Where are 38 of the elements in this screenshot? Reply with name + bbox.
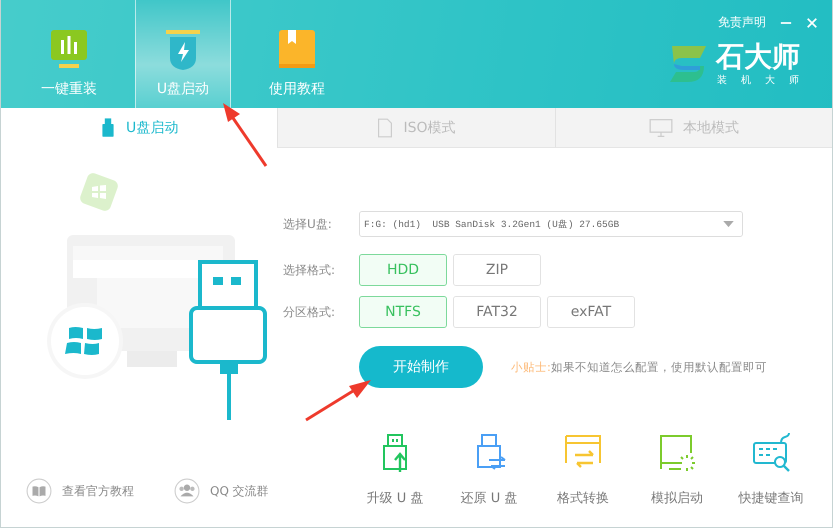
close-icon[interactable]: [806, 16, 818, 28]
logo-name: 石大师: [716, 41, 800, 73]
tip-label: 小贴士:: [511, 360, 551, 374]
chart-icon: [49, 30, 89, 70]
drive-dropdown[interactable]: F:G: (hd1) USB SanDisk 3.2Gen1 (U盘) 27.65GB: [359, 211, 743, 237]
start-button[interactable]: 开始制作: [359, 346, 483, 388]
tool-button[interactable]: 模拟启动: [630, 433, 724, 507]
nav-tab[interactable]: 使用教程: [249, 0, 345, 108]
file-icon: [377, 118, 394, 138]
footer-link[interactable]: 查看官方教程: [26, 478, 134, 504]
footer-link[interactable]: QQ 交流群: [174, 478, 269, 504]
partition-option[interactable]: FAT32: [453, 296, 541, 328]
format-option[interactable]: HDD: [359, 254, 447, 286]
monitor-icon: [648, 118, 673, 138]
format-label: 选择格式:: [283, 262, 336, 278]
partition-label: 分区格式:: [283, 304, 336, 320]
people-icon: [174, 478, 200, 504]
tool-button[interactable]: 升级 U 盘: [348, 433, 442, 507]
tool-button[interactable]: 格式转换: [536, 433, 630, 507]
annotation-arrow: [305, 380, 371, 422]
annotation-arrow: [223, 103, 268, 167]
book-icon: [26, 478, 52, 504]
tool-button[interactable]: 快捷键查询: [724, 433, 818, 507]
partition-option[interactable]: NTFS: [359, 296, 447, 328]
tip-text: 如果不知道怎么配置，使用默认配置即可: [550, 360, 767, 374]
tool-button[interactable]: 还原 U 盘: [442, 433, 536, 507]
keyboard-search-icon: [751, 433, 791, 473]
disclaimer-link[interactable]: 免责声明: [718, 14, 766, 31]
nav-tab[interactable]: 一键重装: [21, 0, 117, 108]
format-option[interactable]: ZIP: [453, 254, 541, 286]
shield-icon: [163, 30, 203, 70]
partition-option[interactable]: exFAT: [547, 296, 635, 328]
book-icon: [277, 30, 317, 70]
usb-drive-icon: [100, 118, 116, 138]
logo-tagline: 装机大师: [717, 74, 813, 87]
drive-label: 选择U盘:: [283, 216, 333, 232]
caret-icon: [723, 220, 734, 228]
monitor-loading-icon: [657, 433, 697, 473]
